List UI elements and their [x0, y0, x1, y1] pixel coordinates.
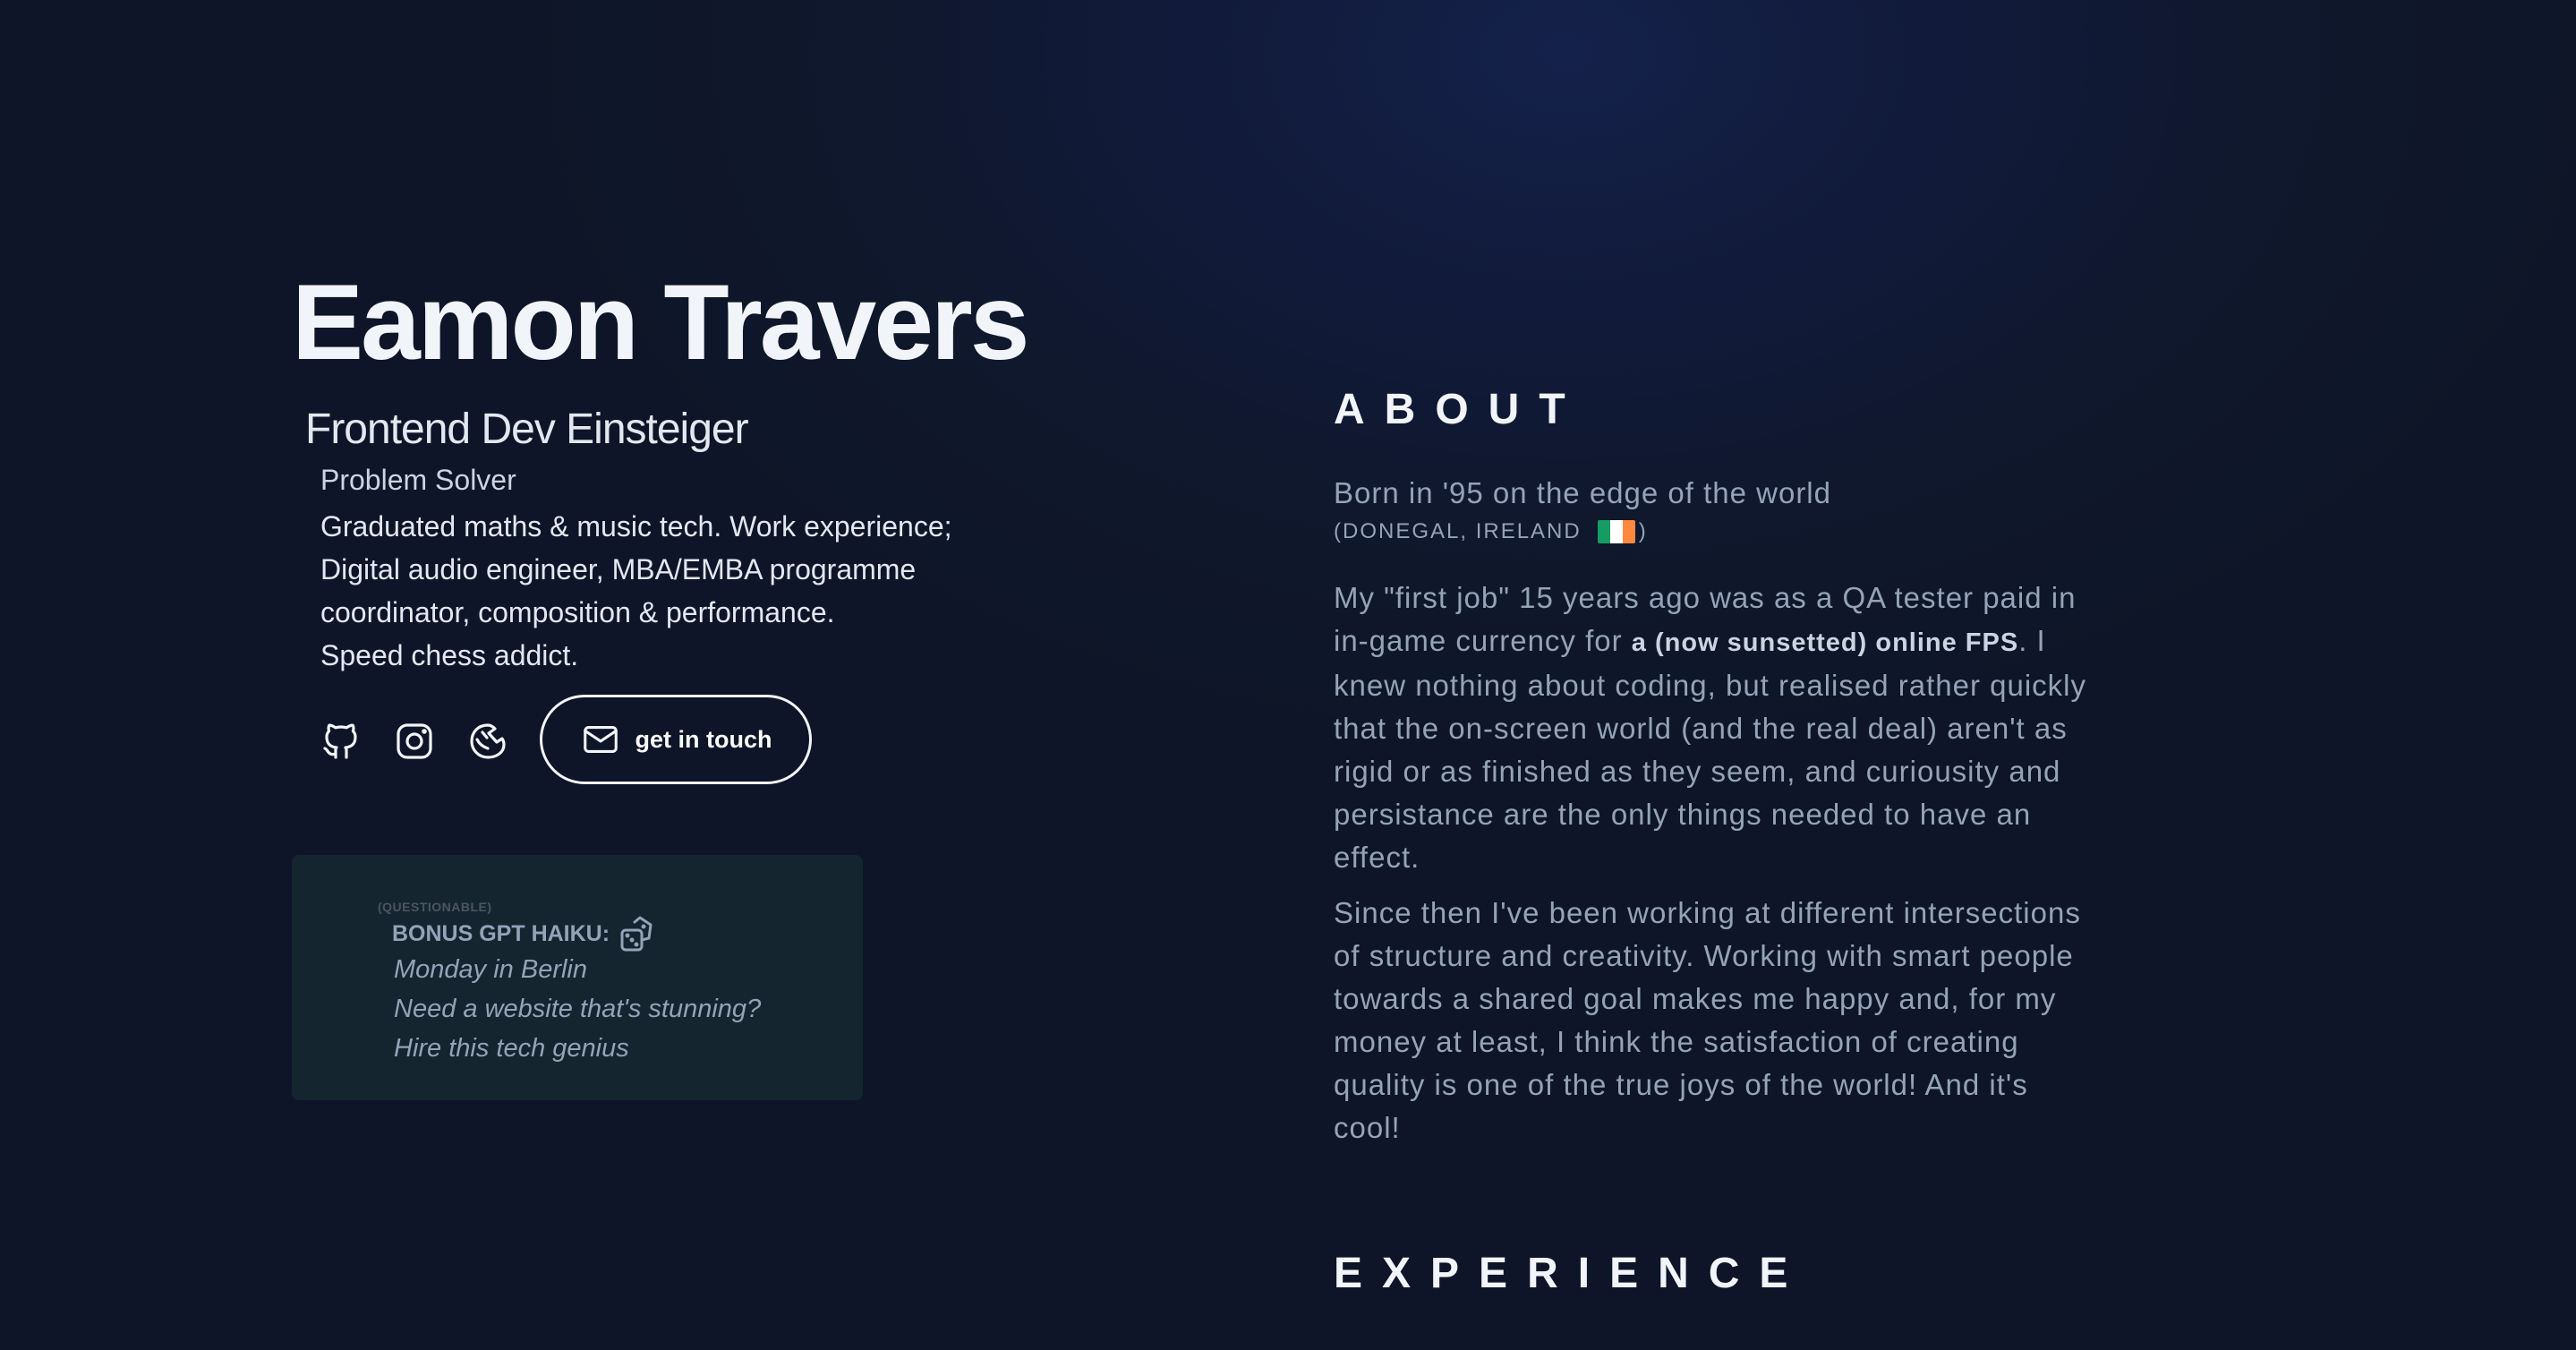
paragraph-text: in-game currency for [1334, 624, 1632, 657]
social-links [319, 695, 539, 788]
subtitle: Problem Solver [320, 464, 516, 496]
haiku-title-text: BONUS GPT HAIKU: [392, 920, 610, 946]
paragraph-line: in-game currency for a (now sunsetted) o… [1334, 619, 2157, 664]
bio-line: Graduated maths & music tech. Work exper… [320, 510, 952, 543]
get-in-touch-label: get in touch [635, 725, 772, 753]
paragraph-line: persistance are the only things needed t… [1334, 798, 2032, 831]
haiku-text: Monday in Berlin Need a website that's s… [394, 950, 761, 1068]
haiku-card: (QUESTIONABLE) BONUS GPT HAIKU: Monday i… [292, 855, 863, 1100]
paragraph-line: that the on-screen world (and the real d… [1334, 712, 2068, 745]
fps-highlight: a (now sunsetted) online FPS [1631, 628, 2019, 657]
about-heading: ABOUT [1334, 386, 1585, 433]
paragraph-line: money at least, I think the satisfaction… [1334, 1025, 2019, 1058]
paragraph-line: knew nothing about coding, but realised … [1334, 669, 2086, 702]
dice-icon[interactable] [617, 912, 660, 955]
bio-line: Digital audio engineer, MBA/EMBA program… [320, 553, 917, 585]
paragraph-line: Since then I've been working at differen… [1334, 896, 2081, 929]
mail-icon [583, 726, 618, 753]
paragraph-line: My "first job" 15 years ago was as a QA … [1334, 581, 2077, 614]
paragraph-line: cool! [1334, 1111, 1401, 1144]
about-paragraph-1: My "first job" 15 years ago was as a QA … [1334, 577, 2157, 879]
about-paragraph-2: Since then I've been working at differen… [1334, 892, 2157, 1149]
paragraph-text: . I [2018, 624, 2046, 657]
bio: Graduated maths & music tech. Work exper… [320, 505, 1054, 677]
experience-heading: EXPERIENCE [1334, 1250, 1808, 1297]
job-title: Frontend Dev Einsteiger [305, 406, 749, 453]
haiku-line: Monday in Berlin [394, 955, 587, 984]
paragraph-line: towards a shared goal makes me happy and… [1334, 982, 2057, 1015]
location-close: ) [1638, 519, 1648, 543]
paragraph-line: quality is one of the true joys of the w… [1334, 1068, 2028, 1101]
haiku-title: BONUS GPT HAIKU: [392, 912, 660, 955]
location: (DONEGAL, IRELAND ) [1334, 519, 1648, 544]
bio-line: coordinator, composition & performance. [320, 596, 835, 628]
paragraph-line: effect. [1334, 841, 1420, 874]
github-icon[interactable] [319, 719, 363, 764]
born-text: Born in '95 on the edge of the world [1334, 476, 1831, 509]
ireland-flag-icon [1597, 520, 1635, 543]
location-text: (DONEGAL, IRELAND [1334, 519, 1582, 543]
bio-line: Speed chess addict. [320, 639, 579, 671]
lichess-icon[interactable] [465, 719, 510, 764]
haiku-line: Hire this tech genius [394, 1034, 629, 1063]
page-title: Eamon Travers [292, 262, 1029, 382]
paragraph-line: rigid or as finished as they seem, and c… [1334, 755, 2061, 788]
haiku-line: Need a website that's stunning? [394, 995, 762, 1023]
get-in-touch-button[interactable]: get in touch [540, 695, 812, 784]
paragraph-line: of structure and creativity. Working wit… [1334, 939, 2074, 972]
instagram-icon[interactable] [392, 719, 437, 764]
